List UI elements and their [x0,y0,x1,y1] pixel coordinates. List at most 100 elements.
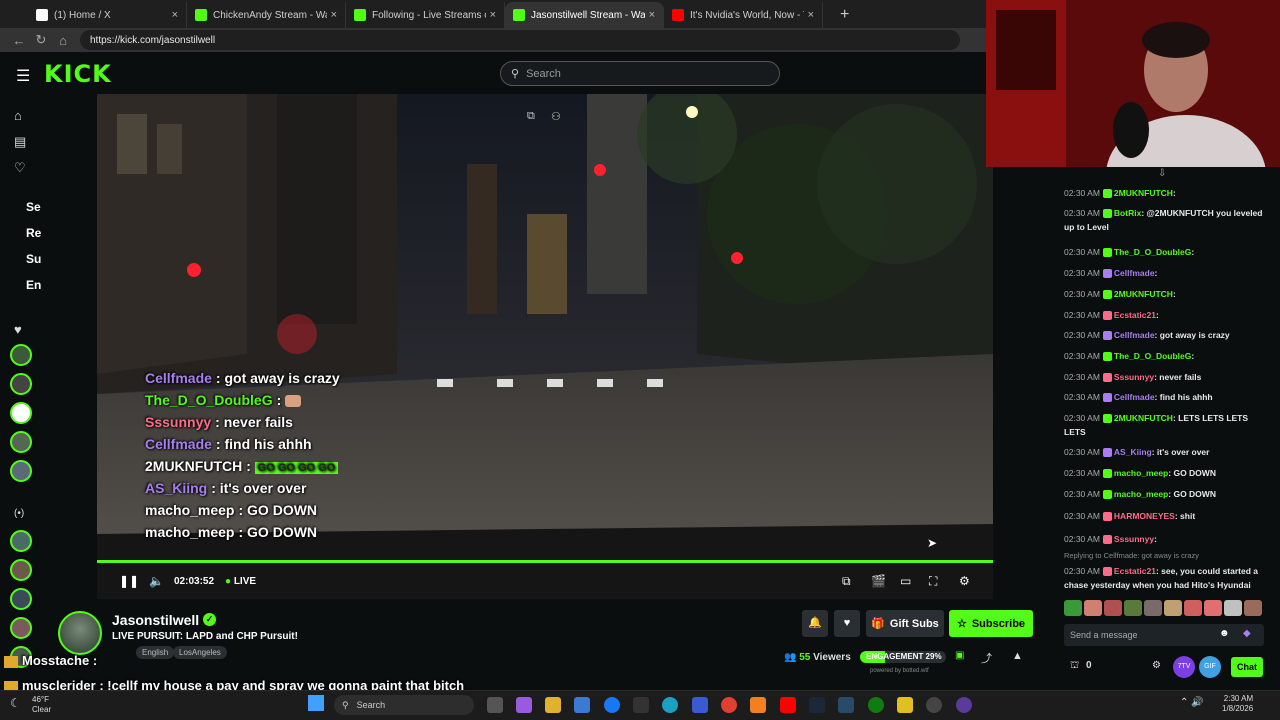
share-icon[interactable]: ⤴ [981,650,992,666]
volume-icon[interactable]: 🔈 [149,574,164,588]
chat-username[interactable]: Sssunnyy [1114,372,1154,382]
file-explorer-icon[interactable] [545,697,561,713]
menu-icon[interactable]: ☰ [16,66,30,86]
browser-tab[interactable]: Following - Live Streams on Kick × [346,2,505,28]
taskbar-search[interactable]: ⚲ Search [334,695,474,715]
subscribe-button[interactable]: ☆ Subscribe [949,610,1033,637]
chat-username[interactable]: 2MUKNFUTCH [1114,289,1173,299]
followed-channel-avatar[interactable] [10,373,32,395]
tag-language[interactable]: English [136,646,175,659]
home-icon[interactable]: ⌂ [52,33,74,48]
miniplayer-icon[interactable]: ⧉ [842,574,851,589]
heart-icon[interactable]: ♡ [14,160,26,176]
pip-icon[interactable]: ⧉ [527,110,535,123]
vlc-icon[interactable] [750,697,766,713]
chat-username[interactable]: Ecstatic21 [1114,310,1156,320]
emote-icon[interactable] [1124,600,1142,616]
emote-icon[interactable] [1084,600,1102,616]
system-tray-icons[interactable]: ⌃ 🔊 [1180,697,1204,708]
recommended-channel-avatar[interactable] [10,559,32,581]
report-icon[interactable]: ▲ [1012,650,1023,662]
emote-icon[interactable] [1064,600,1082,616]
close-tab-icon[interactable]: × [490,9,496,21]
back-icon[interactable]: ← [8,33,30,48]
close-tab-icon[interactable]: × [331,9,337,21]
obs-icon[interactable] [926,697,942,713]
store-icon[interactable] [574,697,590,713]
xbox-icon[interactable] [868,697,884,713]
youtube-icon[interactable] [780,697,796,713]
channel-name[interactable]: Jasonstilwell [112,612,199,628]
close-tab-icon[interactable]: × [172,9,178,21]
followed-channel-avatar[interactable] [10,402,32,424]
clip-button-icon[interactable]: ▣ [955,650,964,661]
video-progress-bar[interactable] [97,560,993,563]
follow-heart-button[interactable]: ♥ [834,610,860,637]
url-field[interactable]: https://kick.com/jasonstilwell [80,30,960,50]
emote-icon[interactable] [1244,600,1262,616]
close-tab-icon[interactable]: × [808,9,814,21]
pinned-collapse-icon[interactable]: ⇩ [1158,168,1166,179]
emote-icon[interactable] [1144,600,1162,616]
calculator-icon[interactable] [692,697,708,713]
chat-message-input[interactable]: Send a message [1064,624,1264,646]
chat-settings-icon[interactable]: ⚙ [1152,660,1161,671]
close-tab-icon[interactable]: × [649,9,655,21]
task-view-icon[interactable] [487,697,503,713]
collapse-icon[interactable]: (•) [14,508,24,519]
reload-icon[interactable]: ↻ [30,32,52,48]
app-icon[interactable] [838,697,854,713]
chat-username[interactable]: Cellfmade [1114,392,1155,402]
video-player[interactable]: ⧉ ⚇ Cellfmade: got away is crazy The_D_O… [97,94,993,599]
browser-tab[interactable]: Jasonstilwell Stream - Watch L × [505,2,664,28]
chat-username[interactable]: The_D_O_DoubleG [1114,351,1191,361]
facebook-icon[interactable] [604,697,620,713]
chat-username[interactable]: Ecstatic21 [1114,566,1156,576]
chat-username[interactable]: Cellfmade [1114,268,1155,278]
recommended-channel-avatar[interactable] [10,617,32,639]
chat-username[interactable]: 2MUKNFUTCH [1114,413,1173,423]
chat-username[interactable]: macho_meep [1114,489,1168,499]
followed-channel-avatar[interactable] [10,431,32,453]
rail-section-2[interactable]: Re [26,226,41,240]
chat-username[interactable]: BotRix [1114,208,1141,218]
notification-bell-button[interactable]: 🔔 [802,610,828,637]
chat-username[interactable]: HARMONEYES [1114,511,1175,521]
steam-icon[interactable] [809,697,825,713]
recommended-channel-avatar[interactable] [10,530,32,552]
recommended-channel-avatar[interactable] [10,588,32,610]
settings-gear-icon[interactable]: ⚙ [959,574,970,588]
edge-icon[interactable] [662,697,678,713]
chat-username[interactable]: AS_Kiing [1114,447,1152,457]
chat-username[interactable]: macho_meep [1114,468,1168,478]
chat-username[interactable]: The_D_O_DoubleG [1114,247,1191,257]
followed-channel-avatar[interactable] [10,344,32,366]
browse-icon[interactable]: ▤ [14,134,26,150]
chat-send-button[interactable]: Chat [1231,657,1263,677]
sticky-notes-icon[interactable] [897,697,913,713]
app-icon-active[interactable] [956,697,972,713]
weather-widget[interactable]: 46°F Clear [32,695,51,715]
clip-icon[interactable]: 🎬 [871,574,886,588]
extension-icon[interactable]: 7TV [1173,656,1195,678]
rail-section-1[interactable]: Se [26,200,41,214]
gift-subs-button[interactable]: 🎁 Gift Subs [866,610,944,637]
rail-section-4[interactable]: En [26,278,41,292]
channel-avatar[interactable] [58,611,102,655]
emote-icon[interactable] [1164,600,1182,616]
emote-picker-icon[interactable]: ◆ [1243,628,1251,639]
chat-username[interactable]: Cellfmade [1114,330,1155,340]
emote-icon[interactable] [1204,600,1222,616]
followed-channel-avatar[interactable] [10,460,32,482]
rail-section-3[interactable]: Su [26,252,41,266]
tag-location[interactable]: LosAngeles [173,646,227,659]
theater-mode-icon[interactable]: ▭ [900,574,911,588]
emoji-icon[interactable]: ☻ [1219,628,1230,639]
search-input[interactable]: ⚲ Search [500,61,780,86]
browser-tab[interactable]: ChickenAndy Stream - Watch Live × [187,2,346,28]
gif-extension-icon[interactable]: GIF [1199,656,1221,678]
pause-icon[interactable]: ❚❚ [119,574,139,588]
emote-icon[interactable] [1224,600,1242,616]
browser-tab[interactable]: It's Nvidia's World, Now - YouTube × [664,2,823,28]
theater-icon[interactable]: ⚇ [551,110,561,123]
